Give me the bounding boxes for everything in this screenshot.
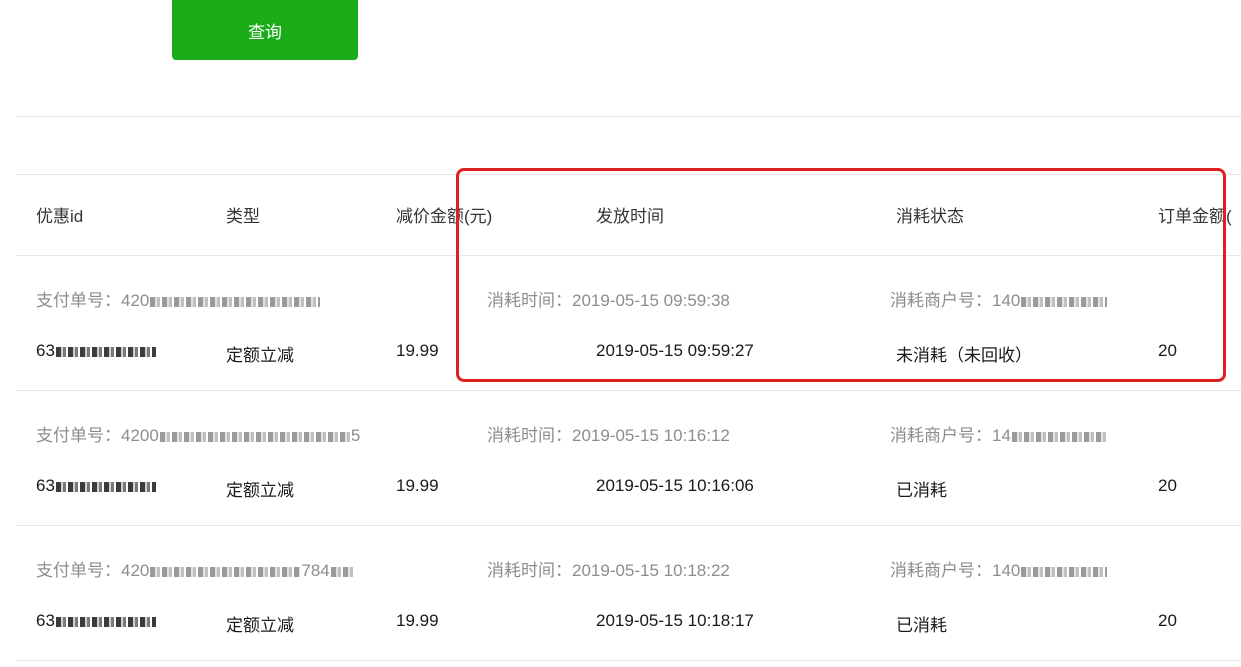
coupon-type: 定额立减 <box>226 481 294 500</box>
pay-order-number: 支付单号：420 <box>36 286 321 311</box>
order-amount: 20 <box>1158 476 1177 495</box>
discount-amount: 19.99 <box>396 476 439 495</box>
redacted-mask <box>150 296 321 307</box>
pay-order-number: 支付单号：420 784 <box>36 556 354 581</box>
order-amount: 20 <box>1158 341 1177 360</box>
redacted-mask <box>55 346 156 357</box>
header-type: 类型 <box>226 207 260 226</box>
consume-time: 消耗时间：2019-05-15 09:59:38 <box>487 291 730 310</box>
header-coupon-id: 优惠id <box>36 207 84 226</box>
highlight-box <box>456 168 1226 382</box>
coupon-type: 定额立减 <box>226 616 294 635</box>
order-amount: 20 <box>1158 611 1177 630</box>
consume-status: 已消耗 <box>896 616 947 635</box>
redacted-mask <box>159 431 350 442</box>
header-order-amount: 订单金额( <box>1158 207 1232 226</box>
pay-order-number: 支付单号：4200 5 <box>36 426 361 445</box>
issue-time: 2019-05-15 09:59:27 <box>596 341 754 360</box>
header-issue-time: 发放时间 <box>596 207 664 226</box>
row-divider <box>16 525 1241 526</box>
consume-merchant-id: 消耗商户号：140 <box>890 556 1108 581</box>
redacted-mask <box>55 481 156 492</box>
redacted-mask <box>55 616 156 627</box>
header-divider <box>16 255 1241 256</box>
section-divider <box>16 116 1241 117</box>
issue-time: 2019-05-15 10:18:17 <box>596 611 754 630</box>
coupon-id: 63 <box>36 341 157 361</box>
consume-status: 未消耗（未回收） <box>896 346 1032 365</box>
coupon-id: 63 <box>36 476 157 496</box>
redacted-mask <box>1021 296 1108 307</box>
consume-merchant-id: 消耗商户号：14 <box>890 421 1109 446</box>
discount-amount: 19.99 <box>396 611 439 630</box>
header-discount-amount: 减价金额(元) <box>396 207 493 226</box>
table-top-border <box>16 174 1241 175</box>
discount-amount: 19.99 <box>396 341 439 360</box>
row-divider <box>16 390 1241 391</box>
redacted-mask <box>1011 431 1108 442</box>
coupon-id: 63 <box>36 611 157 631</box>
header-consume-status: 消耗状态 <box>896 207 964 226</box>
consume-time: 消耗时间：2019-05-15 10:16:12 <box>487 426 730 445</box>
issue-time: 2019-05-15 10:16:06 <box>596 476 754 495</box>
redacted-mask <box>150 566 301 577</box>
consume-status: 已消耗 <box>896 481 947 500</box>
query-button[interactable]: 查询 <box>172 0 358 60</box>
consume-merchant-id: 消耗商户号：140 <box>890 286 1108 311</box>
row-divider <box>16 660 1241 661</box>
redacted-mask <box>330 566 353 577</box>
redacted-mask <box>1021 566 1108 577</box>
coupon-type: 定额立减 <box>226 346 294 365</box>
consume-time: 消耗时间：2019-05-15 10:18:22 <box>487 561 730 580</box>
